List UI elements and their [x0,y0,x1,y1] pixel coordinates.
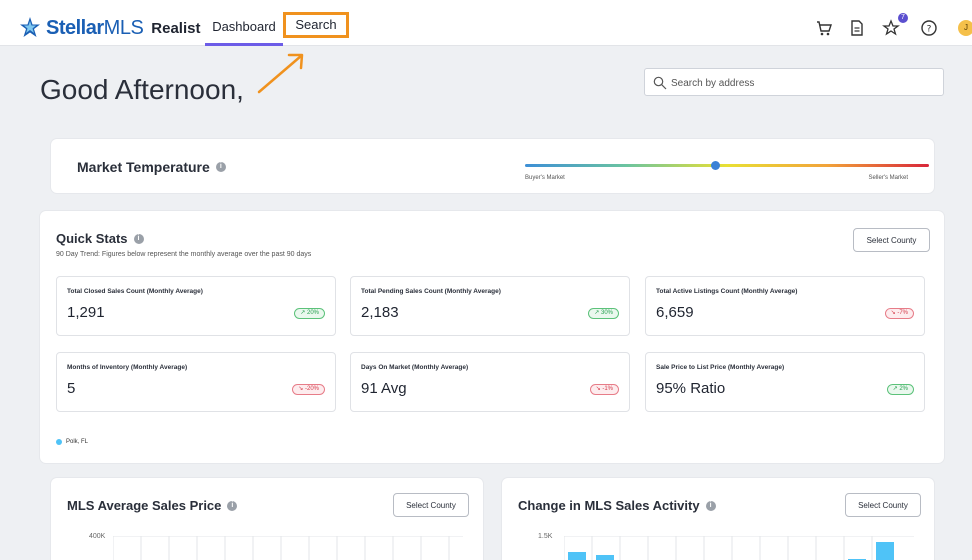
select-county-button[interactable]: Select County [853,228,930,252]
stat-label: Months of Inventory (Monthly Average) [67,364,188,371]
county-legend: Polk, FL [56,439,88,445]
activity-bar [596,555,614,560]
search-icon [653,76,667,90]
address-search-input[interactable] [671,74,931,92]
stat-value: 2,183 [361,304,399,321]
market-temperature-title: Market Temperature i [77,159,226,175]
stat-card-pending-sales: Total Pending Sales Count (Monthly Avera… [350,276,630,336]
stat-card-days-on-market: Days On Market (Monthly Average) 91 Avg … [350,352,630,412]
stat-label: Days On Market (Monthly Average) [361,364,469,371]
brand-name: StellarMLS [46,16,144,39]
buyers-market-label: Buyer's Market [525,175,565,181]
product-name: Realist [151,19,201,37]
trend-down-badge: ↘ -7% [884,308,914,319]
stat-label: Total Active Listings Count (Monthly Ave… [656,288,798,295]
info-icon[interactable]: i [705,500,716,511]
stat-value: 95% Ratio [656,380,726,397]
stat-value: 5 [67,380,76,397]
star-logo-icon [20,17,40,37]
trend-up-badge: ↗ 20% [294,308,325,319]
quick-stats-subtitle: 90 Day Trend: Figures below represent th… [56,251,312,258]
quick-stats-card: Quick Stats i 90 Day Trend: Figures belo… [40,211,944,463]
address-search-box[interactable] [644,68,944,96]
stellar-mls-logo[interactable]: StellarMLS Realist [18,15,200,41]
stat-card-sale-to-list: Sale Price to List Price (Monthly Averag… [645,352,925,412]
trend-up-badge: ↗ 2% [886,384,914,395]
greeting-heading: Good Afternoon, [40,74,244,105]
quick-stats-title: Quick Stats i [56,231,144,246]
stat-label: Total Closed Sales Count (Monthly Averag… [67,288,203,295]
stat-value: 6,659 [656,304,694,321]
market-temperature-card: Market Temperature i Buyer's Market Sell… [51,139,934,193]
avg-sales-price-grid [113,536,463,560]
stat-value: 91 Avg [361,380,407,397]
document-icon[interactable] [847,18,867,38]
help-icon[interactable]: ? [919,18,939,38]
favorites-count-badge: 7 [898,13,908,23]
activity-bar [568,552,586,560]
cart-icon[interactable] [814,18,834,38]
tab-search[interactable]: Search [283,12,349,38]
trend-down-badge: ↘ -1% [589,384,619,395]
legend-label: Polk, FL [66,439,89,445]
stat-card-closed-sales: Total Closed Sales Count (Monthly Averag… [56,276,336,336]
select-county-button[interactable]: Select County [845,493,921,517]
stat-label: Sale Price to List Price (Monthly Averag… [656,364,785,371]
stat-card-active-listings: Total Active Listings Count (Monthly Ave… [645,276,925,336]
stat-label: Total Pending Sales Count (Monthly Avera… [361,288,501,295]
legend-dot [56,439,62,445]
info-icon[interactable]: i [227,500,238,511]
sellers-market-label: Seller's Market [868,175,909,181]
trend-up-badge: ↗ 30% [588,308,619,319]
tab-dashboard[interactable]: Dashboard [205,16,283,46]
trend-down-badge: ↘ -20% [292,384,325,395]
window-edge [0,0,972,8]
user-avatar[interactable]: J [958,20,972,36]
sales-activity-card: Change in MLS Sales Activity i Select Co… [502,478,934,560]
info-icon[interactable]: i [133,233,144,244]
y-axis-top-label: 400K [89,533,106,540]
y-axis-top-label: 1.5K [538,533,553,540]
select-county-button[interactable]: Select County [393,493,469,517]
market-temperature-scale [525,161,929,170]
activity-bar [876,542,894,560]
stat-card-months-inventory: Months of Inventory (Monthly Average) 5 … [56,352,336,412]
info-icon[interactable]: i [215,162,226,172]
avg-sales-price-card: MLS Average Sales Price i Select County … [51,478,483,560]
sales-activity-grid [564,536,914,560]
svg-text:?: ? [927,25,932,35]
annotation-arrow-icon [257,53,304,94]
avg-sales-price-title: MLS Average Sales Price i [67,498,238,513]
sales-activity-title: Change in MLS Sales Activity i [518,498,716,513]
stat-value: 1,291 [67,304,105,321]
top-nav-bar: StellarMLS Realist Dashboard Search 7 ? … [0,8,972,46]
market-temperature-indicator [710,161,720,170]
